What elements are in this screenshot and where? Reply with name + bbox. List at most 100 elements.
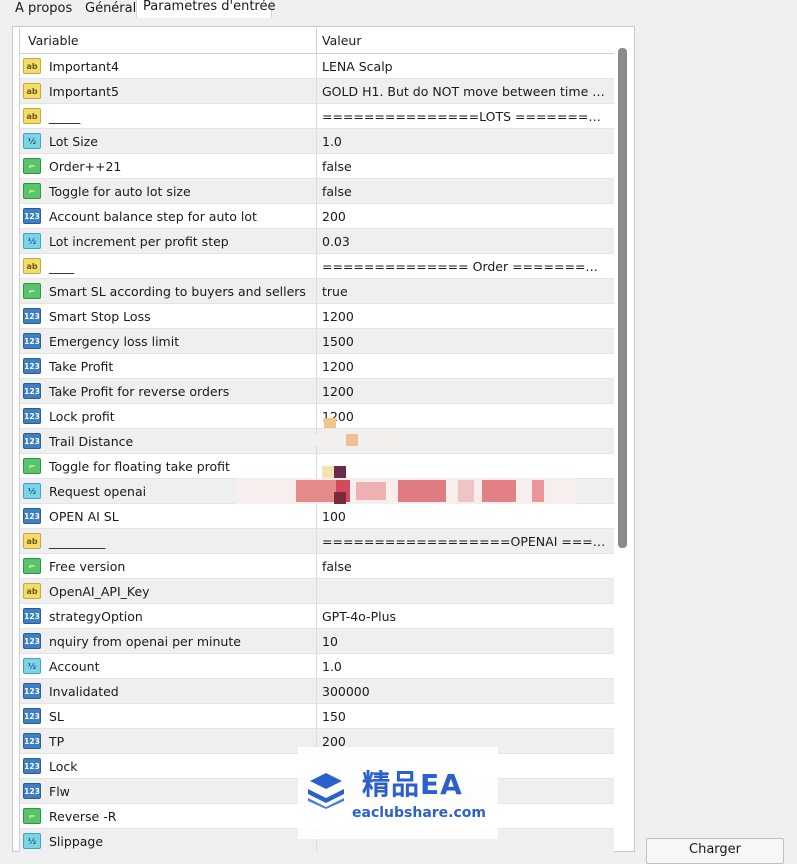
parameter-value[interactable]: 100 [322, 509, 608, 524]
integer-type-icon: 123 [23, 358, 41, 374]
header-valeur[interactable]: Valeur [322, 33, 361, 48]
parameter-name: Important4 [49, 59, 119, 74]
string-type-icon: ab [23, 583, 41, 599]
parameter-row[interactable]: 123 Take Profit 1200 [20, 354, 614, 379]
parameter-name: Lot increment per profit step [49, 234, 229, 249]
parameter-row[interactable]: ⌐ Smart SL according to buyers and seller… [20, 279, 614, 304]
parameter-value[interactable]: 1200 [322, 359, 608, 374]
column-divider [316, 679, 317, 704]
bool-type-icon: ⌐ [23, 808, 41, 824]
integer-type-icon: 123 [23, 608, 41, 624]
parameter-name: Trail Distance [49, 434, 134, 449]
parameter-row[interactable]: ab _________ ==================OPENAI ====… [20, 529, 614, 554]
parameter-value[interactable]: true [322, 284, 608, 299]
column-divider [316, 629, 317, 654]
parameter-row[interactable]: ab _____ ===============LOTS =============… [20, 104, 614, 129]
bool-type-icon: ⌐ [23, 283, 41, 299]
parameter-value[interactable]: 1500 [322, 334, 608, 349]
parameter-value[interactable]: 200 [322, 209, 608, 224]
parameter-row[interactable]: 123 nquiry from openai per minute 10 [20, 629, 614, 654]
bool-type-icon: ⌐ [23, 183, 41, 199]
tab-a-propos[interactable]: A propos [8, 0, 78, 17]
parameter-name: Reverse -R [49, 809, 117, 824]
charger-button[interactable]: Charger [646, 838, 784, 864]
string-type-icon: ab [23, 108, 41, 124]
parameter-row[interactable]: ⌐ Toggle for auto lot size false [20, 179, 614, 204]
header-variable[interactable]: Variable [28, 33, 79, 48]
parameter-name: Slippage [49, 834, 104, 849]
parameter-value[interactable]: ===============LOTS ====================… [322, 109, 608, 124]
parameter-name: Smart Stop Loss [49, 309, 151, 324]
parameter-value[interactable]: ============== Order ===================… [322, 259, 608, 274]
parameter-name: Take Profit [49, 359, 114, 374]
parameter-name: Take Profit for reverse orders [49, 384, 230, 399]
parameter-value[interactable]: 1200 [322, 384, 608, 399]
parameter-name: Lock profit [49, 409, 115, 424]
parameter-name: Order++21 [49, 159, 122, 174]
parameter-value[interactable]: false [322, 159, 608, 174]
column-divider [316, 204, 317, 229]
parameter-name: Smart SL according to buyers and sellers [49, 284, 306, 299]
parameter-value[interactable]: 1200 [322, 309, 608, 324]
parameter-name: _____ [49, 109, 81, 124]
integer-type-icon: 123 [23, 333, 41, 349]
parameter-row[interactable]: ab ____ ============== Order =============… [20, 254, 614, 279]
parameter-row[interactable]: ab OpenAI_API_Key [20, 579, 614, 604]
parameter-name: Free version [49, 559, 126, 574]
header-divider[interactable] [316, 28, 317, 53]
parameter-value[interactable]: 1.0 [322, 134, 608, 149]
parameter-row[interactable]: ½ Account 1.0 [20, 654, 614, 679]
parameter-value[interactable]: ==================OPENAI ===============… [322, 534, 608, 549]
parameter-row[interactable]: ⌐ Order++21 false [20, 154, 614, 179]
parameter-row[interactable]: 123 Invalidated 300000 [20, 679, 614, 704]
parameter-row[interactable]: ⌐ Free version false [20, 554, 614, 579]
parameter-row[interactable]: 123 Emergency loss limit 1500 [20, 329, 614, 354]
double-type-icon: ½ [23, 658, 41, 674]
parameter-name: Request openai [49, 484, 147, 499]
integer-type-icon: 123 [23, 683, 41, 699]
vertical-scrollbar[interactable] [618, 48, 627, 548]
parameter-row[interactable]: 123 SL 150 [20, 704, 614, 729]
column-divider [316, 254, 317, 279]
tab-parametres-entree[interactable]: Parametres d'entrée [136, 0, 275, 18]
integer-type-icon: 123 [23, 308, 41, 324]
parameter-value[interactable]: false [322, 184, 608, 199]
parameter-value[interactable]: 10 [322, 634, 608, 649]
parameter-row[interactable]: 123 Take Profit for reverse orders 1200 [20, 379, 614, 404]
parameter-name: nquiry from openai per minute [49, 634, 241, 649]
parameter-row[interactable]: ab Important4 LENA Scalp [20, 54, 614, 79]
double-type-icon: ½ [23, 133, 41, 149]
parameter-value[interactable]: 0.03 [322, 234, 608, 249]
watermark-url: eaclubshare.com [352, 805, 486, 821]
double-type-icon: ½ [23, 483, 41, 499]
pixelated-redaction [236, 418, 576, 510]
parameter-name: Important5 [49, 84, 119, 99]
parameter-row[interactable]: ab Important5 GOLD H1. But do NOT move bet… [20, 79, 614, 104]
integer-type-icon: 123 [23, 408, 41, 424]
parameter-value[interactable]: GPT-4o-Plus [322, 609, 608, 624]
column-divider [316, 529, 317, 554]
column-divider [316, 604, 317, 629]
parameter-row[interactable]: ½ Lot increment per profit step 0.03 [20, 229, 614, 254]
parameter-value[interactable]: 150 [322, 709, 608, 724]
column-divider [316, 154, 317, 179]
parameter-value[interactable]: 1.0 [322, 659, 608, 674]
double-type-icon: ½ [23, 833, 41, 849]
column-divider [316, 579, 317, 604]
parameter-value[interactable]: GOLD H1. But do NOT move between time fr… [322, 84, 608, 99]
string-type-icon: ab [23, 533, 41, 549]
integer-type-icon: 123 [23, 708, 41, 724]
parameter-row[interactable]: 123 strategyOption GPT-4o-Plus [20, 604, 614, 629]
column-divider [316, 79, 317, 104]
column-divider [316, 104, 317, 129]
integer-type-icon: 123 [23, 783, 41, 799]
parameter-row[interactable]: ½ Lot Size 1.0 [20, 129, 614, 154]
grid-header: Variable Valeur [20, 28, 614, 54]
parameter-row[interactable]: 123 Account balance step for auto lot 200 [20, 204, 614, 229]
parameter-value[interactable]: LENA Scalp [322, 59, 608, 74]
parameter-name: Flw [49, 784, 70, 799]
parameter-value[interactable]: false [322, 559, 608, 574]
parameter-value[interactable]: 300000 [322, 684, 608, 699]
tab-general[interactable]: Général [78, 0, 136, 17]
parameter-row[interactable]: 123 Smart Stop Loss 1200 [20, 304, 614, 329]
